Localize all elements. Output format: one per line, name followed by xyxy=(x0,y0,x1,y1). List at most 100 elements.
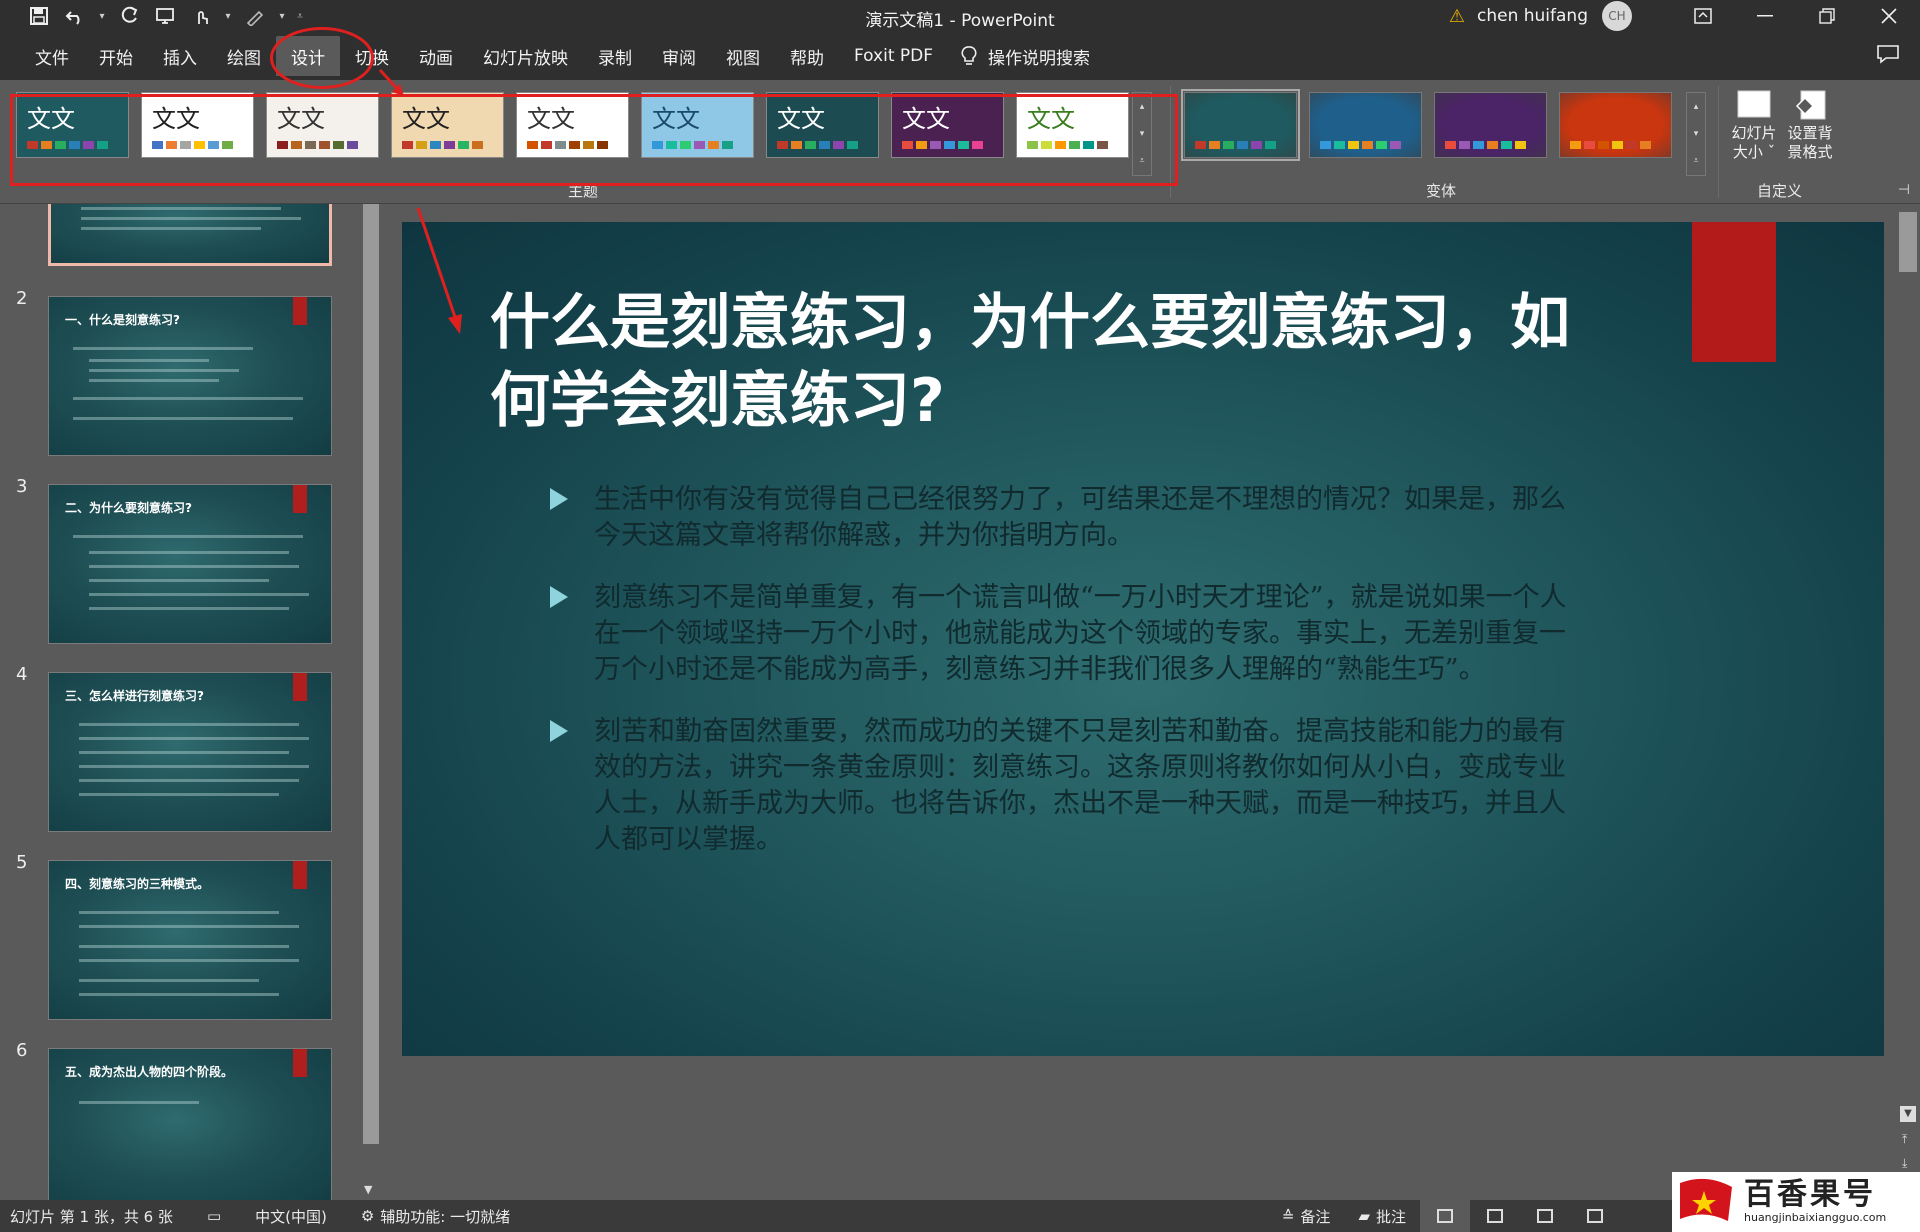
touch-dropdown-icon[interactable]: ▾ xyxy=(222,11,234,22)
current-slide[interactable]: 什么是刻意练习，为什么要刻意练习，如何学会刻意练习? 生活中你有没有觉得自己已经… xyxy=(402,222,1884,1056)
scroll-down-icon[interactable]: ▼ xyxy=(364,1183,372,1196)
variant-option[interactable] xyxy=(1559,92,1672,158)
red-tag xyxy=(293,673,307,701)
draw-dropdown-icon[interactable]: ▾ xyxy=(276,11,288,22)
restore-icon[interactable] xyxy=(1796,0,1858,32)
undo-dropdown-icon[interactable]: ▾ xyxy=(96,11,108,22)
undo-icon[interactable] xyxy=(60,2,90,30)
customize-qat-icon[interactable]: ⩡ xyxy=(294,11,306,22)
accessibility-icon: ⚙ xyxy=(360,1207,375,1225)
tab-view[interactable]: 视图 xyxy=(711,36,775,76)
reading-view-button[interactable] xyxy=(1520,1200,1570,1232)
tab-review[interactable]: 审阅 xyxy=(647,36,711,76)
more-icon[interactable]: ⩡ xyxy=(1693,156,1698,166)
tab-slideshow[interactable]: 幻灯片放映 xyxy=(468,36,583,76)
comments-label: 批注 xyxy=(1375,1207,1406,1226)
slideshow-icon xyxy=(1587,1209,1603,1223)
slide-title[interactable]: 什么是刻意练习，为什么要刻意练习，如何学会刻意练习? xyxy=(490,284,1610,440)
bullet-item: 刻意练习不是简单重复，有一个谎言叫做“一万小时天才理论”，就是说如果一个人在一个… xyxy=(542,580,1582,688)
ribbon-display-options-icon[interactable] xyxy=(1672,0,1734,32)
tab-record[interactable]: 录制 xyxy=(583,36,647,76)
variant-option[interactable] xyxy=(1434,92,1547,158)
tab-home[interactable]: 开始 xyxy=(84,36,148,76)
next-slide-icon[interactable]: ⤓ xyxy=(1902,1156,1907,1171)
touch-mode-icon[interactable] xyxy=(186,2,216,30)
thumbnail-title: 三、怎么样进行刻意练习? xyxy=(65,689,204,703)
notes-button[interactable]: ≙ 备注 xyxy=(1268,1200,1345,1232)
thumbnail-scrollbar[interactable]: ▼ xyxy=(360,204,382,1200)
slide-body[interactable]: 生活中你有没有觉得自己已经很努力了，可结果还是不理想的情况？如果是，那么今天这篇… xyxy=(542,482,1582,884)
tell-me-label: 操作说明搜索 xyxy=(988,48,1091,69)
tab-animations[interactable]: 动画 xyxy=(404,36,468,76)
slide-number: 3 xyxy=(16,476,28,497)
comments-icon[interactable] xyxy=(1876,44,1900,64)
red-tag xyxy=(293,1049,307,1077)
tab-help[interactable]: 帮助 xyxy=(775,36,839,76)
thumbnail-title: 四、刻意练习的三种模式。 xyxy=(65,877,210,891)
slide-sorter-button[interactable] xyxy=(1470,1200,1520,1232)
slide-thumbnail-1[interactable] xyxy=(48,204,332,266)
slide-thumbnail-6[interactable]: 五、成为杰出人物的四个阶段。 xyxy=(48,1048,332,1200)
format-background-label: 设置背 xyxy=(1787,124,1833,142)
red-tag xyxy=(293,861,307,889)
close-icon[interactable] xyxy=(1858,0,1920,32)
reading-view-icon xyxy=(1537,1209,1553,1223)
slide-thumbnail-4[interactable]: 三、怎么样进行刻意练习? xyxy=(48,672,332,832)
watermark-url: huangjinbaixiangguo.com xyxy=(1744,1211,1887,1224)
scrollbar-thumb[interactable] xyxy=(363,204,379,1144)
warning-icon[interactable]: ⚠ xyxy=(1449,6,1465,27)
bullet-text: 刻意练习不是简单重复，有一个谎言叫做“一万小时天才理论”，就是说如果一个人在一个… xyxy=(594,582,1567,685)
slide-sorter-icon xyxy=(1487,1209,1503,1223)
slide-thumbnail-5[interactable]: 四、刻意练习的三种模式。 xyxy=(48,860,332,1020)
minimize-icon[interactable] xyxy=(1734,0,1796,32)
slide-size-icon xyxy=(1737,90,1771,118)
tell-me-search[interactable]: 操作说明搜索 xyxy=(960,44,1090,69)
red-tag xyxy=(293,297,307,325)
avatar[interactable]: CH xyxy=(1602,1,1632,31)
format-background-button[interactable]: 设置背 景格式 xyxy=(1782,88,1838,162)
lightbulb-icon xyxy=(961,46,977,65)
slide-editor: 什么是刻意练习，为什么要刻意练习，如何学会刻意练习? 生活中你有没有觉得自己已经… xyxy=(382,204,1898,1200)
slide-number: 6 xyxy=(16,1040,28,1061)
tab-insert[interactable]: 插入 xyxy=(148,36,212,76)
accessibility-label: 辅助功能: 一切就绪 xyxy=(380,1207,511,1226)
customize-group-label: 自定义 xyxy=(1757,182,1803,200)
redo-icon[interactable] xyxy=(114,2,144,30)
slideshow-from-start-icon[interactable] xyxy=(150,2,180,30)
red-tag xyxy=(293,485,307,513)
slide-size-button[interactable]: 幻灯片 大小 ˇ xyxy=(1726,88,1782,162)
slideshow-button[interactable] xyxy=(1570,1200,1620,1232)
variant-option[interactable] xyxy=(1181,89,1300,161)
accessibility-status[interactable]: ⚙ 辅助功能: 一切就绪 xyxy=(361,1206,510,1227)
language[interactable]: 中文(中国) xyxy=(255,1206,327,1227)
editor-scrollbar[interactable]: ▼ ⤒ ⤓ xyxy=(1896,204,1920,1200)
comments-button[interactable]: ▰ 批注 xyxy=(1344,1200,1420,1232)
bullet-item: 生活中你有没有觉得自己已经很努力了，可结果还是不理想的情况？如果是，那么今天这篇… xyxy=(542,482,1582,554)
slide-thumbnail-3[interactable]: 二、为什么要刻意练习? xyxy=(48,484,332,644)
chevron-up-icon[interactable]: ▴ xyxy=(1694,102,1699,112)
previous-slide-icon[interactable]: ⤒ xyxy=(1902,1132,1907,1147)
bullet-triangle-icon xyxy=(550,720,568,742)
draw-icon[interactable] xyxy=(240,2,270,30)
chevron-down-icon[interactable]: ▾ xyxy=(1694,129,1699,139)
scrollbar-thumb[interactable] xyxy=(1899,212,1917,272)
tab-draw[interactable]: 绘图 xyxy=(212,36,276,76)
notes-icon: ≙ xyxy=(1281,1207,1295,1225)
bullet-text: 生活中你有没有觉得自己已经很努力了，可结果还是不理想的情况？如果是，那么今天这篇… xyxy=(594,484,1566,551)
tab-foxit-pdf[interactable]: Foxit PDF xyxy=(839,36,948,76)
variant-option[interactable] xyxy=(1309,92,1422,158)
normal-view-button[interactable] xyxy=(1420,1200,1470,1232)
slide-thumbnail-2[interactable]: 一、什么是刻意练习? xyxy=(48,296,332,456)
thumbnail-title: 五、成为杰出人物的四个阶段。 xyxy=(65,1065,234,1079)
variants-gallery-scroll[interactable]: ▴ ▾ ⩡ xyxy=(1686,92,1706,176)
slide-thumbnail-pane: 2 一、什么是刻意练习? 3 二、为什么要刻意练习? 4 三、怎么样进行刻意练习… xyxy=(0,204,360,1200)
tab-file[interactable]: 文件 xyxy=(20,36,84,76)
scroll-down-icon[interactable]: ▼ xyxy=(1900,1106,1916,1122)
save-icon[interactable] xyxy=(24,2,54,30)
spell-check-icon[interactable]: ▭ xyxy=(207,1207,221,1225)
ribbon-divider xyxy=(1718,86,1719,198)
pin-ribbon-icon[interactable]: ⊣ xyxy=(1898,182,1910,198)
star-flag-icon xyxy=(1680,1178,1732,1221)
user-name[interactable]: chen huifang xyxy=(1477,6,1588,26)
slide-number: 5 xyxy=(16,852,28,873)
